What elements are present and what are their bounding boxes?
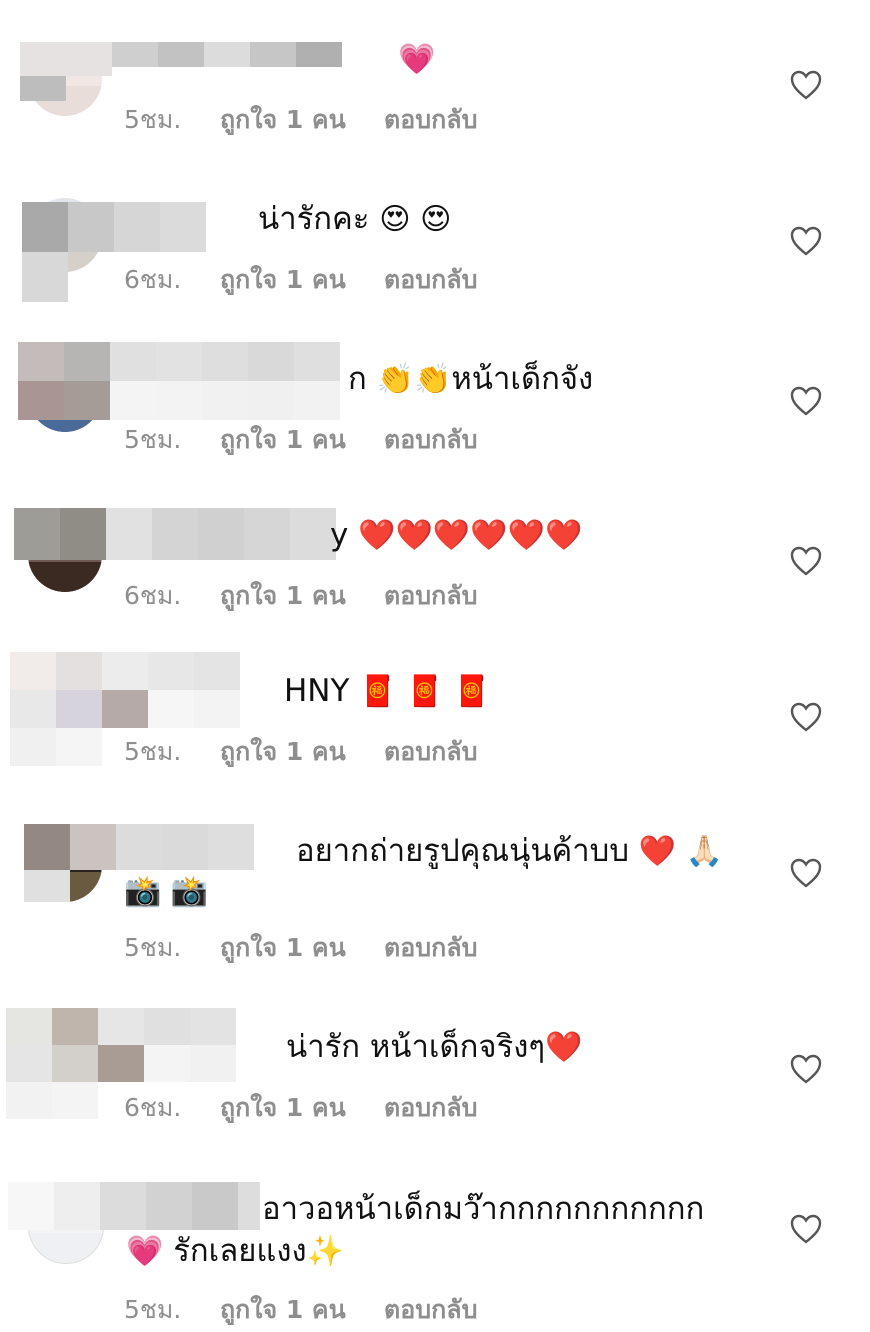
comment-text: ก 👏👏หน้าเด็กจัง bbox=[348, 361, 594, 397]
likes-count-link[interactable]: ถูกใจ 1 คน bbox=[220, 420, 384, 460]
likes-count-link[interactable]: ถูกใจ 1 คน bbox=[220, 260, 384, 300]
timestamp: 5ชม. bbox=[124, 425, 182, 454]
like-heart-icon[interactable] bbox=[790, 226, 822, 256]
comment-text: น่ารักคะ 😍 😍 bbox=[258, 201, 452, 237]
comment-meta: 5ชม. ถูกใจ 1 คน ตอบกลับ bbox=[124, 1290, 477, 1330]
like-heart-icon[interactable] bbox=[790, 386, 822, 416]
comment-text-line2: 💗 รักเลยแงง✨ bbox=[126, 1233, 345, 1269]
like-heart-icon[interactable] bbox=[790, 858, 822, 888]
comment-text: อยากถ่ายรูปคุณนุ่นค้าบบ ❤️ 🙏🏻 bbox=[296, 833, 724, 869]
comment-meta: 6ชม. ถูกใจ 1 คน ตอบกลับ bbox=[124, 576, 477, 616]
blurred-username bbox=[24, 824, 286, 902]
comment-meta: 5ชม. ถูกใจ 1 คน ตอบกลับ bbox=[124, 732, 477, 772]
timestamp: 6ชม. bbox=[124, 265, 182, 294]
like-heart-icon[interactable] bbox=[790, 546, 822, 576]
likes-count-link[interactable]: ถูกใจ 1 คน bbox=[220, 928, 384, 968]
blurred-username bbox=[22, 202, 250, 302]
likes-count-link[interactable]: ถูกใจ 1 คน bbox=[220, 576, 384, 616]
blurred-username bbox=[8, 1182, 260, 1230]
likes-count-link[interactable]: ถูกใจ 1 คน bbox=[220, 100, 384, 140]
timestamp: 6ชม. bbox=[124, 581, 182, 610]
reply-button[interactable]: ตอบกลับ bbox=[384, 928, 477, 968]
like-heart-icon[interactable] bbox=[790, 70, 822, 100]
comment-text: 💗 bbox=[398, 42, 436, 77]
like-heart-icon[interactable] bbox=[790, 702, 822, 732]
like-heart-icon[interactable] bbox=[790, 1214, 822, 1244]
reply-button[interactable]: ตอบกลับ bbox=[384, 1088, 477, 1128]
reply-button[interactable]: ตอบกลับ bbox=[384, 1290, 477, 1330]
comment-text: อาวอหน้าเด็กมว๊ากกกกกกกกกกก bbox=[262, 1191, 705, 1227]
blurred-username bbox=[6, 1008, 274, 1119]
reply-button[interactable]: ตอบกลับ bbox=[384, 576, 477, 616]
comment-meta: 5ชม. ถูกใจ 1 คน ตอบกลับ bbox=[124, 420, 477, 460]
like-heart-icon[interactable] bbox=[790, 1054, 822, 1084]
reply-button[interactable]: ตอบกลับ bbox=[384, 260, 477, 300]
reply-button[interactable]: ตอบกลับ bbox=[384, 732, 477, 772]
timestamp: 5ชม. bbox=[124, 1295, 182, 1324]
reply-button[interactable]: ตอบกลับ bbox=[384, 100, 477, 140]
comment-meta: 6ชม. ถูกใจ 1 คน ตอบกลับ bbox=[124, 1088, 477, 1128]
comment-meta: 6ชม. ถูกใจ 1 คน ตอบกลับ bbox=[124, 260, 477, 300]
timestamp: 5ชม. bbox=[124, 105, 182, 134]
reply-button[interactable]: ตอบกลับ bbox=[384, 420, 477, 460]
comment-text: HNY 🧧 🧧 🧧 bbox=[284, 673, 491, 709]
comment-text: น่ารัก หน้าเด็กจริงๆ❤️ bbox=[286, 1029, 583, 1065]
blurred-username bbox=[18, 342, 346, 420]
timestamp: 5ชม. bbox=[124, 737, 182, 766]
comment-text-line2: 📸 📸 bbox=[124, 874, 209, 909]
likes-count-link[interactable]: ถูกใจ 1 คน bbox=[220, 1088, 384, 1128]
blurred-username bbox=[10, 652, 284, 766]
timestamp: 6ชม. bbox=[124, 1093, 182, 1122]
comment-text: y ❤️❤️❤️❤️❤️❤️ bbox=[330, 517, 583, 553]
comment-meta: 5ชม. ถูกใจ 1 คน ตอบกลับ bbox=[124, 928, 477, 968]
blurred-username bbox=[14, 508, 340, 560]
likes-count-link[interactable]: ถูกใจ 1 คน bbox=[220, 732, 384, 772]
timestamp: 5ชม. bbox=[124, 933, 182, 962]
blurred-username bbox=[20, 42, 384, 101]
comment-meta: 5ชม. ถูกใจ 1 คน ตอบกลับ bbox=[124, 100, 477, 140]
likes-count-link[interactable]: ถูกใจ 1 คน bbox=[220, 1290, 384, 1330]
